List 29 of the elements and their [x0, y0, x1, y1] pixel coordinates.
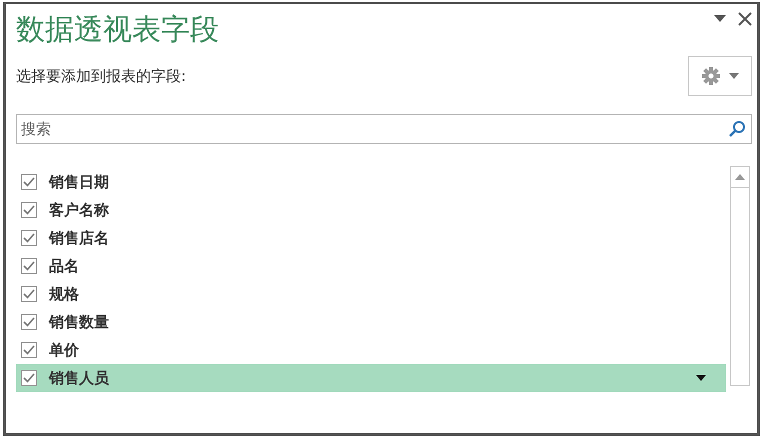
checkbox[interactable]: [21, 230, 37, 246]
checkbox[interactable]: [21, 370, 37, 386]
up-arrow-icon: [735, 174, 745, 180]
field-label[interactable]: 销售数量: [49, 312, 109, 332]
checkbox[interactable]: [21, 174, 37, 190]
checkbox[interactable]: [21, 286, 37, 302]
field-label[interactable]: 单价: [49, 340, 79, 360]
caret-icon[interactable]: [696, 375, 706, 381]
checkbox[interactable]: [21, 258, 37, 274]
search-field[interactable]: 搜索: [16, 114, 752, 144]
checkbox[interactable]: [21, 342, 37, 358]
field-label[interactable]: 品名: [49, 256, 79, 276]
checkbox[interactable]: [21, 314, 37, 330]
settings-button[interactable]: [688, 56, 752, 96]
checkbox[interactable]: [21, 202, 37, 218]
gear-icon: [701, 66, 721, 86]
field-label[interactable]: 规格: [49, 284, 79, 304]
field-label[interactable]: 客户名称: [49, 200, 109, 220]
close-icon[interactable]: [738, 12, 752, 26]
dropdown-icon[interactable]: [714, 15, 726, 23]
field-label[interactable]: 销售人员: [49, 368, 109, 388]
instruction-text: 选择要添加到报表的字段:: [16, 66, 186, 86]
caret-icon: [729, 73, 739, 79]
field-row-highlight[interactable]: 销售人员: [16, 364, 726, 392]
search-icon[interactable]: [728, 120, 746, 138]
field-label[interactable]: 销售日期: [49, 172, 109, 192]
field-label[interactable]: 销售店名: [49, 228, 109, 248]
scrollbar[interactable]: [730, 166, 750, 386]
panel-title: 数据透视表字段: [16, 11, 219, 48]
